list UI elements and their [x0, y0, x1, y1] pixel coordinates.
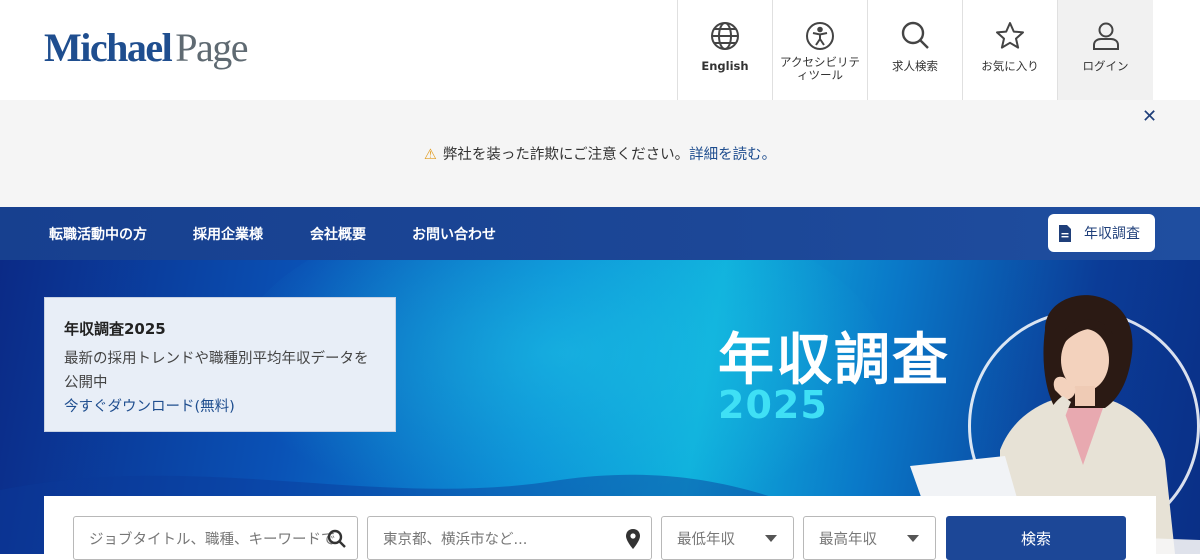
- favorites-button[interactable]: お気に入り: [962, 0, 1057, 100]
- favorites-label: お気に入り: [981, 59, 1039, 73]
- chevron-down-icon: [765, 535, 777, 542]
- salary-survey-card[interactable]: 年収調査2025 最新の採用トレンドや職種別平均年収データを公開中 今すぐダウン…: [44, 297, 396, 432]
- close-icon[interactable]: ✕: [1142, 106, 1160, 127]
- star-icon: [996, 22, 1024, 49]
- download-link[interactable]: 今すぐダウンロード(無料): [64, 395, 376, 419]
- michael-page-logo[interactable]: Michael Page: [44, 24, 248, 72]
- site-header: Michael Page English アクセシビリティツール 求人検索 お気…: [0, 0, 1200, 100]
- search-button[interactable]: 検索: [946, 516, 1126, 560]
- login-button[interactable]: ログイン: [1057, 0, 1153, 100]
- user-icon: [1092, 22, 1119, 50]
- document-icon: [1059, 224, 1071, 242]
- job-search-label: 求人検索: [892, 59, 938, 73]
- accessibility-label: アクセシビリティツール: [780, 55, 860, 82]
- alert-read-more-link[interactable]: 詳細を読む。: [689, 147, 776, 163]
- accessibility-icon: [806, 22, 834, 50]
- hero-year: 2025: [718, 383, 828, 427]
- location-pin-icon: [626, 529, 640, 549]
- language-label: English: [701, 59, 749, 73]
- nav-employers[interactable]: 採用企業様: [193, 224, 263, 244]
- min-salary-select[interactable]: 最低年収: [661, 516, 794, 560]
- nav-about[interactable]: 会社概要: [310, 224, 366, 244]
- main-navigation: 転職活動中の方 採用企業様 会社概要 お問い合わせ: [0, 207, 1200, 260]
- salary-survey-label: 年収調査: [1084, 226, 1140, 242]
- salary-survey-button[interactable]: 年収調査: [1048, 214, 1155, 252]
- chevron-down-icon: [907, 535, 919, 542]
- language-button[interactable]: English: [677, 0, 772, 100]
- card-title: 年収調査2025: [64, 320, 166, 338]
- nav-job-seekers[interactable]: 転職活動中の方: [49, 224, 147, 244]
- login-label: ログイン: [1082, 59, 1129, 73]
- keyword-input[interactable]: ジョブタイトル、職種、キーワードで: [73, 516, 358, 560]
- fraud-alert-text: ⚠ 弊社を装った詐欺にご注意ください。詳細を読む。: [423, 147, 777, 163]
- job-search-panel: ジョブタイトル、職種、キーワードで 東京都、横浜市など... 最低年収 最高年収…: [44, 496, 1156, 560]
- globe-icon: [711, 22, 739, 50]
- search-icon: [327, 529, 346, 548]
- job-search-button[interactable]: 求人検索: [867, 0, 962, 100]
- warning-icon: ⚠: [423, 147, 437, 163]
- location-input[interactable]: 東京都、横浜市など...: [367, 516, 652, 560]
- search-icon: [901, 21, 929, 49]
- header-utility-nav: English アクセシビリティツール 求人検索 お気に入り ログイン: [677, 0, 1153, 100]
- max-salary-select[interactable]: 最高年収: [803, 516, 936, 560]
- card-description: 最新の採用トレンドや職種別平均年収データを公開中: [64, 351, 369, 391]
- accessibility-button[interactable]: アクセシビリティツール: [772, 0, 867, 100]
- nav-contact[interactable]: お問い合わせ: [412, 224, 496, 244]
